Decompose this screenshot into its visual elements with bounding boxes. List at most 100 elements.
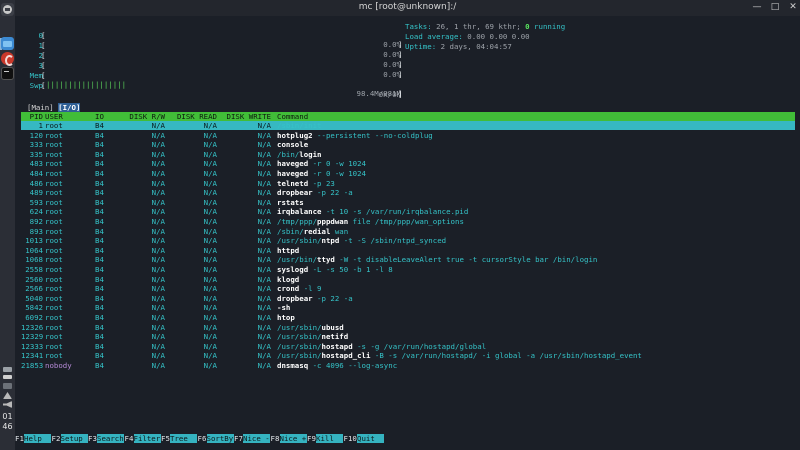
disk-rw-cell: N/A [151,255,165,265]
clock-minutes[interactable]: 46 [0,422,15,431]
fkey-f2[interactable]: F2 [51,434,61,443]
command-binary: ttyd [317,255,335,265]
fkey-label-f4[interactable]: Filter [133,434,161,443]
table-row[interactable]: 624 root B4 N/A N/A N/A irqbalance -t 10 -s /v… [21,207,795,216]
fkey-label-f3[interactable]: Search [97,434,124,443]
fkey-label-f6[interactable]: SortBy [206,434,234,443]
clock-hours[interactable]: 01 [0,412,15,421]
command-args: -r 0 -w 1024 [308,169,367,178]
fkey-label-f10[interactable]: Quit [357,434,384,443]
table-row[interactable]: 892 root B4 N/A N/A N/A/tmp/ppp/pppdwan file … [21,217,795,226]
disk-rw-cell: N/A [151,313,165,322]
pid-cell: 624 [29,207,43,217]
table-row[interactable]: 6092 root B4 N/A N/A N/A htop [21,313,795,322]
cpu-meter: 2[ 0.0%] [15,42,405,69]
table-row[interactable]: 12341 root B4 N/A N/A N/A/usr/sbin/hostapd_cl… [21,351,795,360]
pid-cell: 483 [29,159,43,169]
command-cell: console [277,140,797,149]
disk-read-cell: N/A [203,217,217,226]
table-row[interactable]: 333 root B4 N/A N/A N/A console [21,140,795,149]
table-row[interactable]: 1064 root B4 N/A N/A N/A httpd [21,246,795,255]
disk-read-cell: N/A [203,226,217,236]
io-cell: B4 [95,274,104,284]
col-pid[interactable]: PID [21,112,43,121]
disk-rw-cell: N/A [151,322,165,332]
fkey-label-f5[interactable]: Tree [170,434,197,443]
window-title: mc [root@unknown]:/ [358,2,457,12]
command-cell: syslogd -L -s 50 -b 1 -l 8 [277,265,797,274]
table-row[interactable]: 893 root B4 N/A N/A N/A/sbin/redial wan [21,227,795,236]
command-binary: dropbear [277,188,313,198]
table-row[interactable]: 335 root B4 N/A N/A N/A/bin/login [21,150,795,159]
col-io[interactable]: IO [95,112,115,121]
command-cell: /usr/bin/ttyd -W -t disableLeaveAlert tr… [277,255,797,264]
notification-icon[interactable] [3,392,12,399]
disk-read-cell: N/A [203,236,217,246]
command-binary: dnsmasq [277,361,309,370]
disk-rw-cell: N/A [151,293,165,303]
terminal-area[interactable]: 0[ 0.0%] 1[ 0.0%] 2[ 0.0%] 3[ 0.0%] Mem[… [15,16,800,450]
table-row[interactable]: 120 root B4 N/A N/A N/A hotplug2 --persistent … [21,131,795,140]
browser-icon[interactable] [1,52,14,66]
volume-icon[interactable] [3,401,12,408]
close-icon[interactable]: ✕ [787,1,799,14]
table-row[interactable]: 483 root B4 N/A N/A N/A haveged -r 0 -w 1024 [21,159,795,168]
disk-read-cell: N/A [203,341,217,351]
fkey-label-f1[interactable]: Help [24,434,51,443]
io-cell: B4 [95,265,104,274]
table-row[interactable]: 12326 root B4 N/A N/A N/A/usr/sbin/ubusd [21,323,795,332]
table-row[interactable]: 21853 nobody B4 N/A N/A N/A dnsmasq -c 4096 --… [21,361,795,370]
maximize-icon[interactable]: □ [769,1,781,14]
fkey-f8[interactable]: F8 [270,434,280,443]
fkey-f6[interactable]: F6 [197,434,207,443]
table-row[interactable]: 5040 root B4 N/A N/A N/A dropbear -p 22 -a [21,294,795,303]
fkey-f5[interactable]: F5 [161,434,170,443]
col-disk-read[interactable]: DISK READ [171,112,217,121]
disk-rw-cell: N/A [151,341,165,351]
io-cell: B4 [95,159,104,169]
table-row[interactable]: 484 root B4 N/A N/A N/A haveged -r 0 -w 1024 [21,169,795,178]
fkey-f1[interactable]: F1 [15,434,24,443]
fkey-f10[interactable]: F10 [343,434,357,443]
table-row[interactable]: 12329 root B4 N/A N/A N/A/usr/sbin/netifd [21,332,795,341]
files-icon[interactable] [1,37,14,50]
table-row[interactable]: 1013 root B4 N/A N/A N/A/usr/sbin/ntpd -t -S … [21,236,795,245]
fkey-label-f8[interactable]: Nice + [279,434,307,443]
terminal-icon[interactable] [1,67,14,80]
minimize-icon[interactable]: — [751,1,763,14]
fkey-label-f9[interactable]: Kill [316,434,343,443]
pid-cell: 5842 [25,303,43,313]
table-row[interactable]: 2560 root B4 N/A N/A N/A klogd [21,275,795,284]
tab-io[interactable]: [I/O] [58,103,81,112]
window-titlebar[interactable]: mc [root@unknown]:/ — □ ✕ [15,0,800,16]
fkey-f3[interactable]: F3 [88,434,97,443]
fkey-f4[interactable]: F4 [124,434,134,443]
table-row[interactable]: 486 root B4 N/A N/A N/A telnetd -p 23 [21,179,795,188]
fkey-label-f7[interactable]: Nice - [243,434,270,443]
col-disk-rw[interactable]: DISK R/W [121,112,165,121]
tab-main[interactable]: [Main] [27,103,54,112]
table-row[interactable]: 12333 root B4 N/A N/A N/A/usr/sbin/hostapd -s… [21,342,795,351]
table-row[interactable]: 2566 root B4 N/A N/A N/A crond -l 9 [21,284,795,293]
fkey-f9[interactable]: F9 [307,434,316,443]
network-icon[interactable] [3,367,12,372]
fkey-f7[interactable]: F7 [234,434,243,443]
table-row[interactable]: 489 root B4 N/A N/A N/A dropbear -p 22 -a [21,188,795,197]
table-row[interactable]: 2558 root B4 N/A N/A N/A syslogd -L -s 50 -b 1… [21,265,795,274]
disk-write-cell: N/A [257,341,271,351]
disk-write-cell: N/A [257,284,271,294]
io-cell: B4 [95,207,104,217]
printer-icon[interactable] [3,375,12,379]
battery-icon[interactable] [3,383,12,389]
table-row[interactable]: 1 root B4 N/A N/A N/A/sbin/init [21,121,795,130]
col-command[interactable]: Command [277,112,797,121]
command-args: -c 4096 --log-async [308,361,398,370]
table-row[interactable]: 1068 root B4 N/A N/A N/A/usr/bin/ttyd -W -t d… [21,255,795,264]
table-row[interactable]: 593 root B4 N/A N/A N/A rstats [21,198,795,207]
col-disk-write[interactable]: DISK WRITE [221,112,272,121]
fkey-label-f2[interactable]: Setup [60,434,88,443]
table-row[interactable]: 5842 root B4 N/A N/A N/A -sh [21,303,795,312]
command-args: -s -g /var/run/hostapd/global [352,341,487,351]
menu-icon[interactable] [1,3,14,16]
command-cell: /usr/sbin/hostapd_cli -B -s /var/run/hos… [277,351,797,360]
